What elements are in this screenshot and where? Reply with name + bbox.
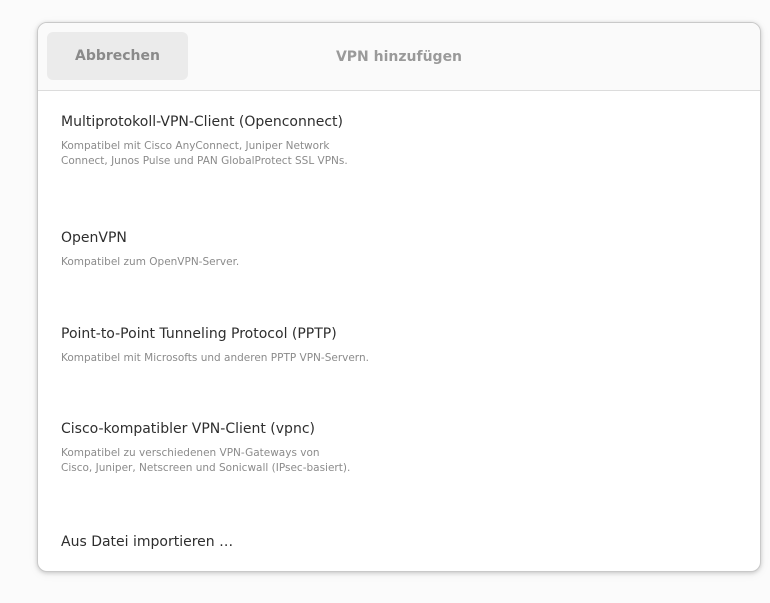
add-vpn-dialog: Abbrechen VPN hinzufügen Multiprotokoll-…: [37, 22, 761, 572]
vpn-type-title: Point-to-Point Tunneling Protocol (PPTP): [61, 326, 337, 342]
vpn-type-title: Multiprotokoll-VPN-Client (Openconnect): [61, 114, 344, 130]
dialog-headerbar: Abbrechen VPN hinzufügen: [38, 23, 760, 91]
vpn-type-description: Kompatibel mit Microsofts und anderen PP…: [61, 352, 369, 364]
cancel-button[interactable]: Abbrechen: [47, 32, 188, 80]
vpn-type-openconnect[interactable]: Multiprotokoll-VPN-Client (Openconnect) …: [38, 113, 760, 169]
vpn-type-openvpn[interactable]: OpenVPN Kompatibel zum OpenVPN-Server.: [38, 229, 760, 270]
vpn-type-description: Kompatibel zum OpenVPN-Server.: [61, 256, 240, 268]
import-from-file-label: Aus Datei importieren …: [61, 534, 234, 550]
import-from-file[interactable]: Aus Datei importieren …: [38, 533, 760, 551]
vpn-type-vpnc[interactable]: Cisco-kompatibler VPN-Client (vpnc) Komp…: [38, 420, 760, 476]
vpn-type-description: Kompatibel zu verschiedenen VPN-Gateways…: [61, 447, 351, 474]
vpn-type-title: OpenVPN: [61, 230, 127, 246]
vpn-type-pptp[interactable]: Point-to-Point Tunneling Protocol (PPTP)…: [38, 325, 760, 366]
vpn-type-description: Kompatibel mit Cisco AnyConnect, Juniper…: [61, 140, 348, 167]
vpn-type-title: Cisco-kompatibler VPN-Client (vpnc): [61, 421, 315, 437]
